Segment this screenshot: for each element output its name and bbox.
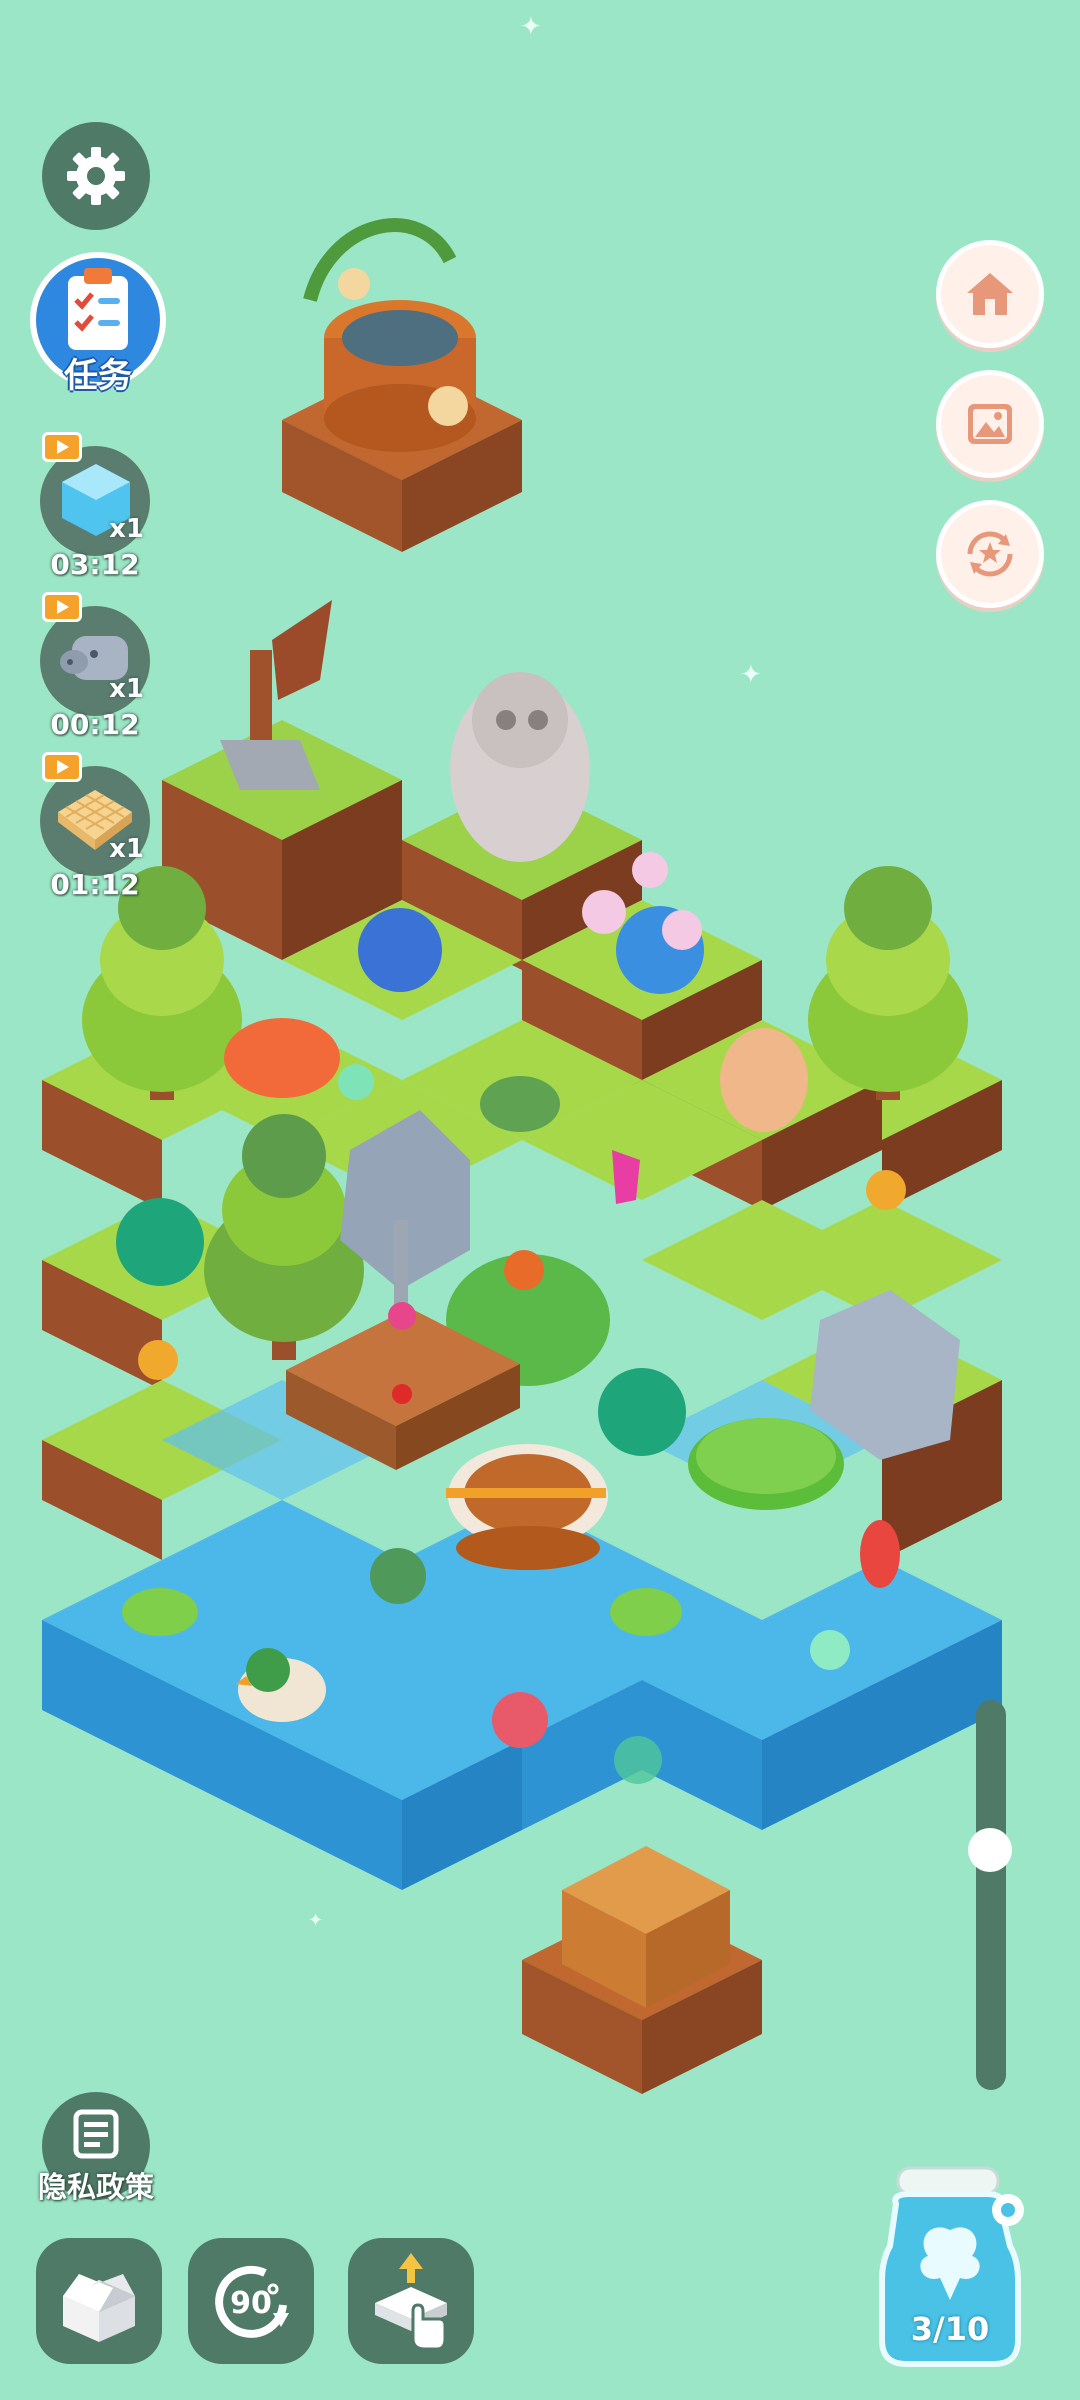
privacy-policy-label: 隐私政策 (37, 2170, 154, 2204)
gear-icon (67, 147, 125, 205)
home-button[interactable] (936, 240, 1044, 348)
cattail-plant[interactable] (860, 1520, 900, 1588)
booster-count: x1 (109, 514, 144, 544)
rotate-label: 90 (230, 2286, 272, 2321)
green-succulent-left[interactable] (116, 1198, 204, 1286)
green-succulent-center[interactable] (598, 1368, 686, 1456)
open-box-button[interactable] (36, 2238, 162, 2364)
policy-document-icon (73, 2109, 119, 2159)
home-icon (967, 273, 1013, 315)
picture-gallery-icon (968, 404, 1012, 444)
zoom-slider-thumb[interactable] (968, 1828, 1012, 1873)
booster-count: x1 (109, 674, 144, 704)
booster-count: x1 (109, 834, 144, 864)
booster-timer: 00:12 (50, 708, 140, 741)
booster-ice[interactable]: x1 03:12 (38, 432, 152, 581)
settings-button[interactable] (42, 122, 150, 230)
fairy-sprite[interactable] (810, 1630, 850, 1670)
jar-count-label: 3/10 (910, 2310, 990, 2348)
crate-tile[interactable] (522, 1846, 762, 2094)
fairy-sprite[interactable] (338, 1064, 374, 1100)
video-ad-icon (42, 432, 82, 462)
blue-succulent[interactable] (358, 908, 442, 992)
booster-wafer[interactable]: x1 01:12 (38, 752, 152, 901)
red-mushroom[interactable] (224, 1018, 340, 1098)
privacy-policy-button[interactable]: 隐私政策 (38, 2092, 154, 2208)
tap-lift-tile-icon (375, 2253, 447, 2351)
lift-tile-button[interactable] (348, 2238, 474, 2364)
carrot-plant[interactable] (504, 1250, 544, 1290)
fairy-sprite-floating[interactable] (614, 1736, 662, 1784)
rotate-90-icon: 90 (215, 2265, 289, 2338)
rowboat[interactable] (446, 1444, 608, 1570)
video-ad-icon (42, 592, 82, 622)
star-refresh-icon (967, 531, 1013, 577)
booster-timer: 03:12 (50, 548, 140, 581)
tree-right[interactable] (808, 866, 968, 1100)
rotate-button[interactable]: 90 (188, 2238, 314, 2364)
task-button[interactable]: 任务 (30, 252, 166, 402)
zoom-slider-track[interactable] (976, 1700, 1006, 2090)
open-box-icon (63, 2274, 135, 2342)
yellow-mushrooms-right[interactable] (866, 1170, 906, 1210)
water-lily-flower[interactable] (492, 1692, 548, 1748)
yellow-mushrooms-left[interactable] (138, 1340, 178, 1380)
clipboard-checklist-icon (68, 268, 128, 350)
turtle[interactable] (480, 1076, 560, 1132)
well-tile[interactable] (282, 218, 522, 552)
booster-timer: 01:12 (50, 868, 140, 901)
booster-robot-pig[interactable]: x1 00:12 (38, 592, 152, 741)
spotted-egg[interactable] (720, 1028, 808, 1132)
lotus-pod[interactable] (370, 1548, 426, 1604)
task-label: 任务 (64, 356, 132, 396)
gallery-button[interactable] (936, 370, 1044, 478)
fairy-collection-jar[interactable]: 3/10 (870, 2160, 1030, 2370)
video-ad-icon (42, 752, 82, 782)
achievement-button[interactable] (936, 500, 1044, 608)
